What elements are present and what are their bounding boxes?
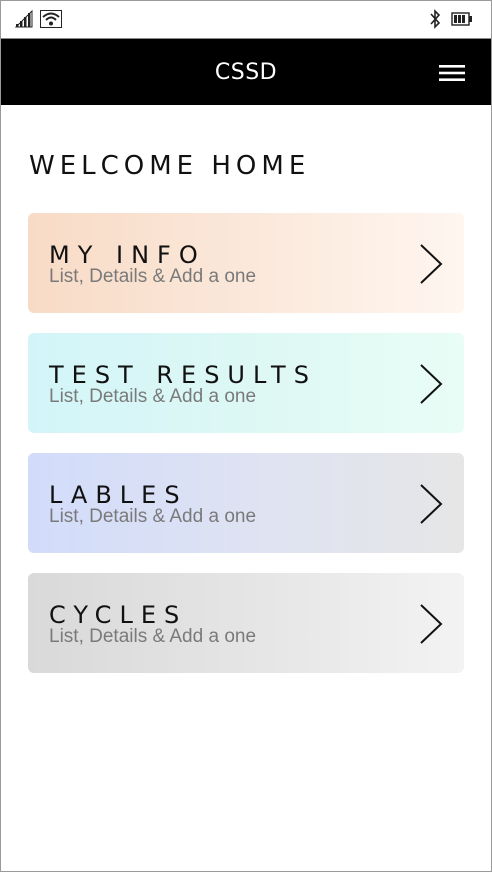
status-bar (1, 1, 491, 39)
status-left-icons (14, 9, 62, 32)
signal-bars-icon (14, 9, 35, 32)
card-cycles[interactable]: CYCLES List, Details & Add a one (28, 573, 464, 673)
chevron-right-icon (420, 364, 443, 404)
app-title: CSSD (214, 60, 278, 85)
page-heading: WELCOME HOME (29, 151, 311, 181)
app-header: CSSD (1, 39, 491, 105)
card-title: TEST RESULTS (49, 361, 317, 389)
card-subtitle: List, Details & Add a one (49, 626, 257, 647)
battery-icon (451, 11, 473, 31)
chevron-right-icon (420, 604, 443, 644)
card-title: CYCLES (49, 601, 188, 629)
phone-screen: CSSD WELCOME HOME MY INFO List, Details … (0, 0, 492, 872)
card-subtitle: List, Details & Add a one (49, 506, 257, 527)
wifi-icon (40, 10, 62, 32)
card-test-results[interactable]: TEST RESULTS List, Details & Add a one (28, 333, 464, 433)
card-lables[interactable]: LABLES List, Details & Add a one (28, 453, 464, 553)
chevron-right-icon (420, 484, 443, 524)
card-subtitle: List, Details & Add a one (49, 386, 257, 407)
card-my-info[interactable]: MY INFO List, Details & Add a one (28, 213, 464, 313)
card-subtitle: List, Details & Add a one (49, 266, 257, 287)
status-right-icons (429, 9, 473, 33)
card-title: MY INFO (49, 241, 206, 269)
chevron-right-icon (420, 244, 443, 284)
bluetooth-icon (429, 9, 441, 33)
card-title: LABLES (49, 481, 188, 509)
hamburger-menu-icon[interactable] (439, 63, 465, 83)
